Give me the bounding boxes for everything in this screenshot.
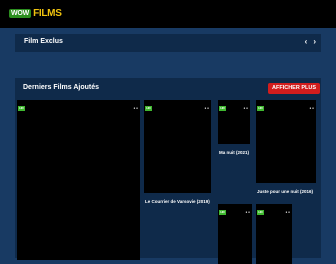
chevron-left-icon[interactable]: ‹	[305, 37, 308, 46]
carousel-arrows: ‹ ›	[305, 37, 316, 46]
rating-dots-icon: ● ●	[243, 106, 248, 110]
rating-dots-icon: ● ●	[133, 106, 138, 110]
hd-badge: HD	[257, 106, 264, 111]
rating-dots-icon: ● ●	[309, 106, 314, 110]
hd-badge: HD	[257, 210, 264, 215]
film-exclus-title: Film Exclus	[24, 38, 63, 45]
rating-dots-icon: ● ●	[285, 210, 290, 214]
film-card[interactable]: HD ● ●	[17, 100, 140, 260]
show-more-button[interactable]: AFFICHER PLUS	[268, 83, 320, 94]
site-logo[interactable]: WOW FILMS	[9, 7, 62, 20]
film-title[interactable]: Le Courrier de Varsovie (2019)	[145, 199, 210, 204]
hd-badge: HD	[219, 106, 226, 111]
chevron-right-icon[interactable]: ›	[313, 37, 316, 46]
hd-badge: HD	[219, 210, 226, 215]
hd-badge: HD	[145, 106, 152, 111]
film-card[interactable]: HD ● ●	[218, 100, 250, 144]
film-exclus-section: Film Exclus ‹ ›	[15, 34, 321, 52]
rating-dots-icon: ● ●	[204, 106, 209, 110]
logo-badge: WOW	[9, 9, 32, 18]
top-bar: WOW FILMS	[0, 0, 336, 28]
film-title[interactable]: Ma nuit (2021)	[219, 150, 249, 155]
film-card[interactable]: HD ● ●	[218, 204, 252, 264]
film-card[interactable]: HD ● ●	[256, 204, 292, 264]
film-card[interactable]: HD ● ●	[256, 100, 316, 183]
rating-dots-icon: ● ●	[245, 210, 250, 214]
latest-films-section: Derniers Films Ajoutés AFFICHER PLUS HD …	[15, 78, 321, 264]
hd-badge: HD	[18, 106, 25, 111]
film-card[interactable]: HD ● ●	[144, 100, 211, 193]
logo-text: FILMS	[33, 8, 62, 19]
film-title[interactable]: Juste pour une nuit (2016)	[257, 189, 313, 194]
latest-films-title: Derniers Films Ajoutés	[23, 84, 99, 91]
